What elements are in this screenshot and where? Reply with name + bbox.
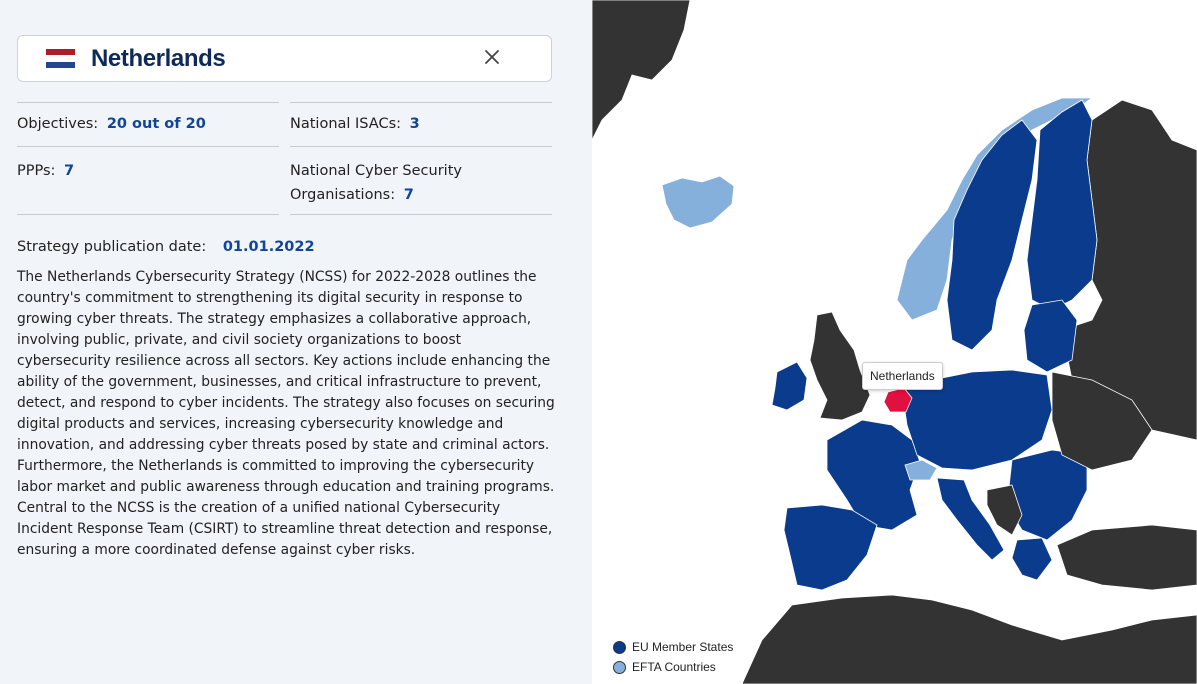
flag-stripe-blue xyxy=(46,61,75,68)
legend-dot-efta xyxy=(613,660,626,674)
isacs-label: National ISACs: xyxy=(290,116,402,132)
strategy-date: Strategy publication date: 01.01.2022 xyxy=(17,239,552,255)
map-country-finland[interactable] xyxy=(1026,99,1098,311)
country-title: Netherlands xyxy=(91,44,226,72)
legend-item-efta: EFTA Countries xyxy=(603,657,740,677)
strategy-description: The Netherlands Cybersecurity Strategy (… xyxy=(17,269,555,558)
map-country-baltics[interactable] xyxy=(1023,299,1078,373)
objectives-value: 20 out of 20 xyxy=(106,116,206,132)
ncso-label-line2: Organisations: xyxy=(290,187,396,203)
legend-label-efta: EFTA Countries xyxy=(632,660,716,674)
ncso-value: 7 xyxy=(403,187,414,203)
stat-objectives: Objectives: 20 out of 20 xyxy=(17,102,279,146)
map-country-uk[interactable] xyxy=(809,311,871,421)
strategy-date-label: Strategy publication date: xyxy=(17,239,207,255)
ncso-label-line1: National Cyber Security xyxy=(290,163,462,179)
map-country-turkey[interactable] xyxy=(1056,524,1197,591)
strategy-date-value: 01.01.2022 xyxy=(222,239,315,255)
stat-ncso: National Cyber Security Organisations: 7 xyxy=(290,146,552,215)
stats-grid: Objectives: 20 out of 20 National ISACs:… xyxy=(17,102,552,215)
netherlands-flag-icon xyxy=(46,49,75,68)
map-country-north-africa[interactable] xyxy=(741,594,1197,684)
legend-label-eu: EU Member States xyxy=(632,640,734,654)
ppps-value: 7 xyxy=(64,163,75,179)
stat-ppps: PPPs: 7 xyxy=(17,146,279,215)
legend-item-eu: EU Member States xyxy=(603,637,740,657)
map-country-greece[interactable] xyxy=(1011,537,1053,581)
stat-isacs: National ISACs: 3 xyxy=(290,102,552,146)
map-black-sea xyxy=(1092,470,1182,515)
ppps-label: PPPs: xyxy=(17,163,56,179)
map-tooltip: Netherlands xyxy=(862,362,943,390)
map-country-east-eu[interactable] xyxy=(1006,449,1088,541)
map-country-iceland[interactable] xyxy=(661,175,735,229)
country-header: Netherlands xyxy=(17,35,552,82)
map-canvas xyxy=(592,0,1197,684)
country-panel: Netherlands Objectives: 20 out of 20 Nat… xyxy=(17,35,555,561)
map-country-sweden[interactable] xyxy=(946,119,1038,351)
map-legend: EU Member States EFTA Countries xyxy=(603,633,740,681)
europe-map[interactable] xyxy=(592,0,1197,684)
map-country-ireland[interactable] xyxy=(771,361,808,411)
isacs-value: 3 xyxy=(409,116,420,132)
objectives-label: Objectives: xyxy=(17,116,99,132)
map-country-arctic[interactable] xyxy=(592,0,691,141)
close-icon[interactable] xyxy=(483,48,501,66)
map-country-iberia[interactable] xyxy=(783,504,878,591)
legend-dot-eu xyxy=(613,640,626,654)
